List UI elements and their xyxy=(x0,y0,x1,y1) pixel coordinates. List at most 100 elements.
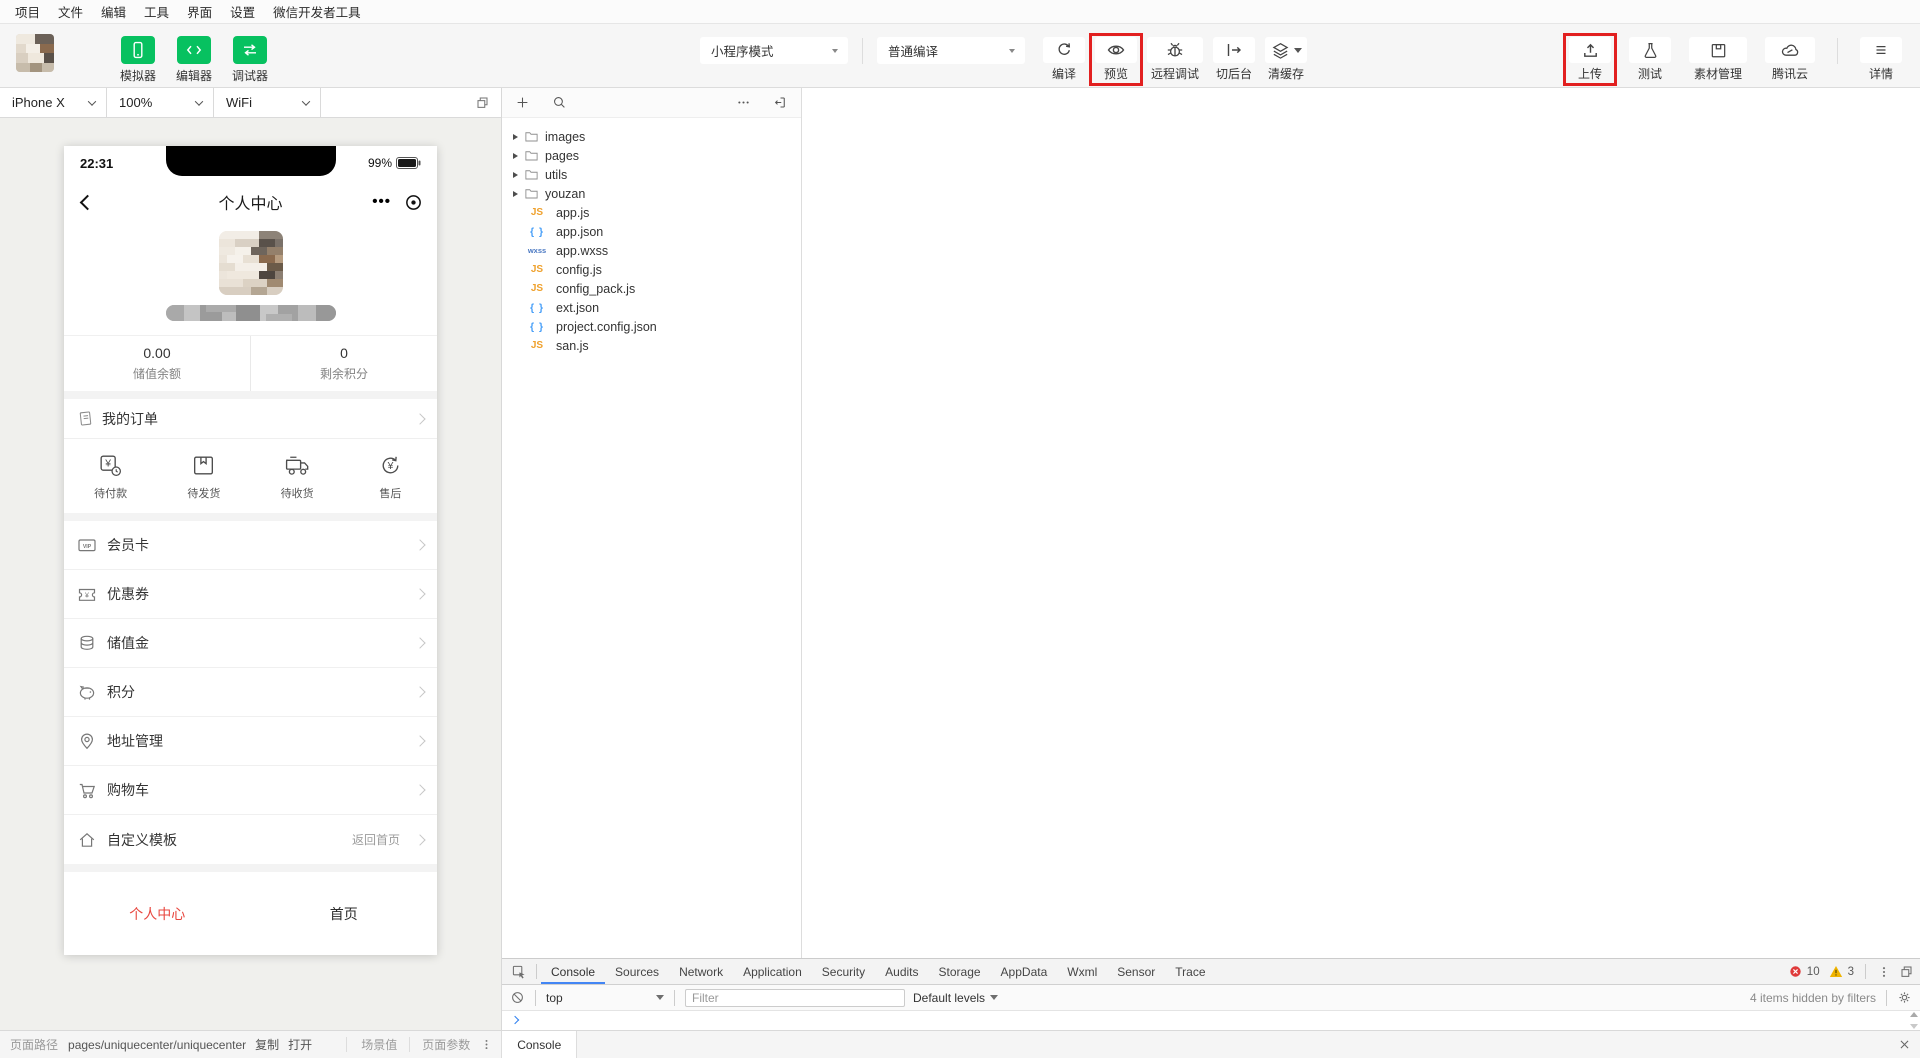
details-button[interactable]: 详情 xyxy=(1858,37,1904,82)
more-options-icon[interactable] xyxy=(736,95,751,110)
tab-sensor[interactable]: Sensor xyxy=(1107,959,1165,984)
tab-audits[interactable]: Audits xyxy=(875,959,928,984)
network-select[interactable]: WiFi xyxy=(214,88,321,117)
tab-trace[interactable]: Trace xyxy=(1165,959,1215,984)
detach-window-button[interactable] xyxy=(475,88,501,117)
folder-utils[interactable]: utils xyxy=(502,165,801,184)
copy-path-link[interactable]: 复制 xyxy=(255,1036,279,1053)
file-app-wxss[interactable]: wxssapp.wxss xyxy=(502,241,801,260)
menu-settings[interactable]: 设置 xyxy=(221,2,264,21)
folder-images[interactable]: images xyxy=(502,127,801,146)
pending-payment-button[interactable]: ¥ 待付款 xyxy=(64,452,157,501)
menu-row-stored-value[interactable]: 储值金 xyxy=(64,619,437,668)
clear-console-icon[interactable] xyxy=(510,990,525,1005)
clear-cache-button[interactable]: 清缓存 xyxy=(1263,37,1309,82)
debugger-toggle-button[interactable]: 调试器 xyxy=(232,36,268,84)
zoom-select[interactable]: 100% xyxy=(107,88,214,117)
tab-application[interactable]: Application xyxy=(733,959,812,984)
menu-file[interactable]: 文件 xyxy=(49,2,92,21)
file-ext-json[interactable]: { }ext.json xyxy=(502,298,801,317)
tab-security[interactable]: Security xyxy=(812,959,875,984)
compile-mode-select[interactable]: 普通编译 xyxy=(877,37,1025,64)
editor-area[interactable] xyxy=(802,88,1920,958)
tab-appdata[interactable]: AppData xyxy=(991,959,1058,984)
error-count[interactable]: 10 xyxy=(1807,966,1820,978)
upload-button[interactable]: 上传 xyxy=(1567,37,1613,82)
expand-arrow-icon[interactable] xyxy=(513,172,518,178)
tab-home[interactable]: 首页 xyxy=(251,904,438,924)
menu-interface[interactable]: 界面 xyxy=(178,2,221,21)
user-avatar-pixelated[interactable] xyxy=(219,231,283,295)
menu-project[interactable]: 项目 xyxy=(6,2,49,21)
tab-network[interactable]: Network xyxy=(669,959,733,984)
file-app-js[interactable]: JSapp.js xyxy=(502,203,801,222)
test-button[interactable]: 测试 xyxy=(1627,37,1673,82)
back-home-link[interactable]: 返回首页 xyxy=(352,831,400,848)
pending-receipt-button[interactable]: 待收货 xyxy=(251,452,344,501)
after-sale-button[interactable]: ¥ 售后 xyxy=(344,452,437,501)
close-drawer-icon[interactable] xyxy=(1898,1038,1911,1051)
execution-context-select[interactable]: top xyxy=(546,991,664,1005)
expand-arrow-icon[interactable] xyxy=(513,134,518,140)
tab-sources[interactable]: Sources xyxy=(605,959,669,984)
scroll-up-icon[interactable] xyxy=(1910,1012,1918,1017)
scroll-down-icon[interactable] xyxy=(1910,1024,1918,1029)
my-orders-row[interactable]: 我的订单 xyxy=(64,399,437,439)
console-drawer-tab[interactable]: Console xyxy=(501,1031,577,1058)
menu-row-points[interactable]: 积分 xyxy=(64,668,437,717)
scene-value-label[interactable]: 场景值 xyxy=(361,1036,397,1053)
console-settings-gear-icon[interactable] xyxy=(1897,990,1912,1005)
file-app-json[interactable]: { }app.json xyxy=(502,222,801,241)
console-filter-input[interactable] xyxy=(685,989,905,1007)
tab-console[interactable]: Console xyxy=(541,959,605,984)
menu-tools[interactable]: 工具 xyxy=(135,2,178,21)
collapse-sidebar-icon[interactable] xyxy=(773,95,788,110)
file-config-pack-js[interactable]: JSconfig_pack.js xyxy=(502,279,801,298)
compile-button[interactable]: 编译 xyxy=(1041,37,1087,82)
tencent-cloud-button[interactable]: 腾讯云 xyxy=(1763,37,1817,82)
menu-row-cart[interactable]: 购物车 xyxy=(64,766,437,815)
points-stat[interactable]: 0 剩余积分 xyxy=(250,336,437,391)
capsule-more-icon[interactable]: ••• xyxy=(372,197,391,207)
menu-row-member-card[interactable]: VIP 会员卡 xyxy=(64,521,437,570)
menu-devtools[interactable]: 微信开发者工具 xyxy=(264,2,370,21)
simulator-toggle-button[interactable]: 模拟器 xyxy=(120,36,156,84)
warning-count[interactable]: 3 xyxy=(1848,966,1854,978)
preview-button[interactable]: 预览 xyxy=(1093,37,1139,82)
device-select[interactable]: iPhone X xyxy=(0,88,107,117)
menu-row-address[interactable]: 地址管理 xyxy=(64,717,437,766)
menu-row-custom-template[interactable]: 自定义模板 返回首页 xyxy=(64,815,437,864)
console-output[interactable] xyxy=(502,1011,1920,1030)
switch-background-button[interactable]: 切后台 xyxy=(1211,37,1257,82)
mode-select[interactable]: 小程序模式 xyxy=(700,37,848,64)
file-project-config-json[interactable]: { }project.config.json xyxy=(502,317,801,336)
page-params-label[interactable]: 页面参数 xyxy=(422,1036,470,1053)
menu-row-coupons[interactable]: ¥ 优惠券 xyxy=(64,570,437,619)
inspect-element-button[interactable] xyxy=(506,959,532,984)
console-scrollbar[interactable] xyxy=(1908,1011,1919,1030)
add-file-icon[interactable] xyxy=(515,95,530,110)
file-san-js[interactable]: JSsan.js xyxy=(502,336,801,355)
expand-arrow-icon[interactable] xyxy=(513,191,518,197)
log-levels-select[interactable]: Default levels xyxy=(913,991,998,1005)
stored-balance-stat[interactable]: 0.00 储值余额 xyxy=(64,336,250,391)
assets-manager-button[interactable]: 素材管理 xyxy=(1687,37,1749,82)
menu-edit[interactable]: 编辑 xyxy=(92,2,135,21)
tab-personal-center[interactable]: 个人中心 xyxy=(64,904,251,924)
folder-youzan[interactable]: youzan xyxy=(502,184,801,203)
editor-toggle-button[interactable]: 编辑器 xyxy=(176,36,212,84)
kebab-menu-icon[interactable] xyxy=(1877,965,1891,979)
tab-wxml[interactable]: Wxml xyxy=(1057,959,1107,984)
tab-storage[interactable]: Storage xyxy=(929,959,991,984)
user-avatar[interactable] xyxy=(16,34,54,72)
open-path-link[interactable]: 打开 xyxy=(288,1036,312,1053)
expand-arrow-icon[interactable] xyxy=(513,153,518,159)
dock-side-icon[interactable] xyxy=(1899,964,1914,979)
pending-shipment-button[interactable]: 待发货 xyxy=(157,452,250,501)
remote-debug-button[interactable]: 远程调试 xyxy=(1145,37,1205,82)
search-icon[interactable] xyxy=(552,95,567,110)
folder-pages[interactable]: pages xyxy=(502,146,801,165)
file-config-js[interactable]: JSconfig.js xyxy=(502,260,801,279)
drawer-kebab-icon[interactable] xyxy=(480,1038,493,1051)
capsule-exit-icon[interactable] xyxy=(404,193,423,212)
